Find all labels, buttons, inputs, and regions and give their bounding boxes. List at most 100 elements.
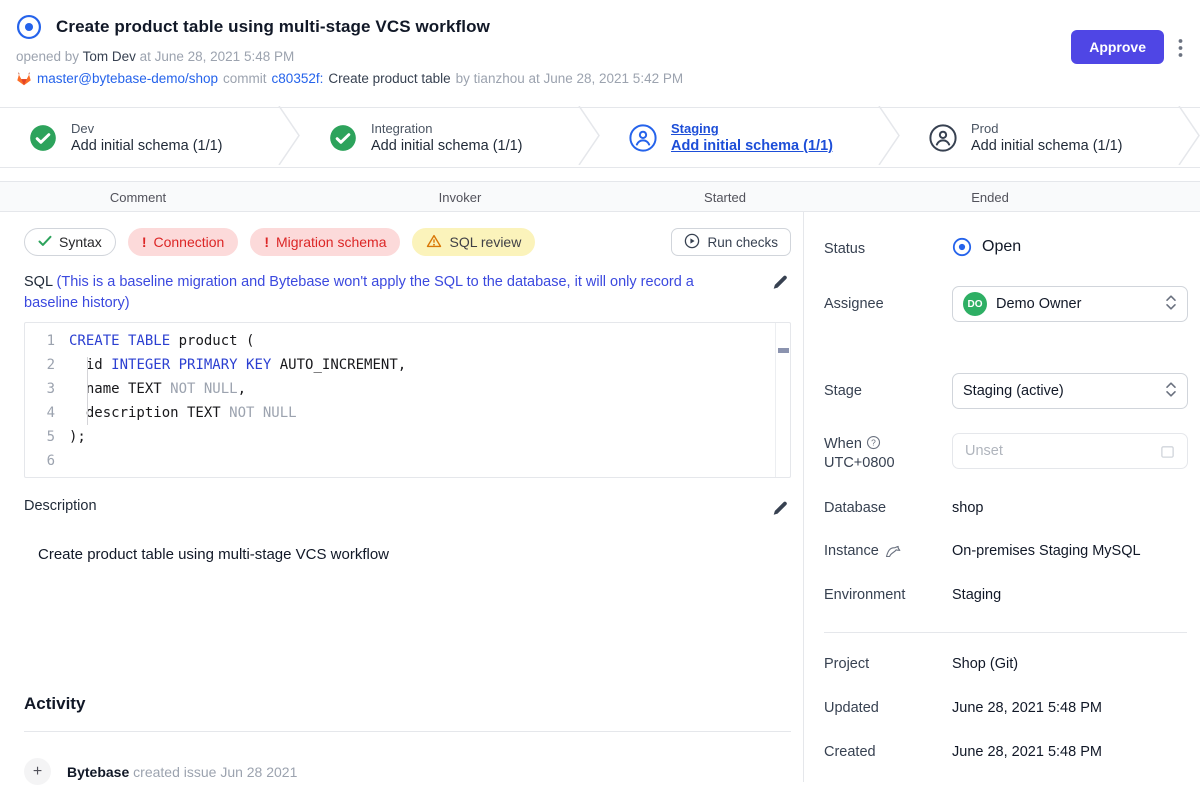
gitlab-icon bbox=[16, 71, 32, 86]
code-text: description TEXT NOT NULL bbox=[69, 401, 297, 425]
pipeline-stage-dev[interactable]: DevAdd initial schema (1/1) bbox=[0, 108, 278, 167]
stage-separator-chevron bbox=[278, 106, 300, 170]
issue-sidebar: Status Open Assignee DO Demo Owner Stage… bbox=[803, 212, 1200, 782]
line-number: 1 bbox=[25, 329, 69, 353]
play-circle-icon bbox=[684, 233, 700, 252]
check-badge-sql-review[interactable]: SQL review bbox=[412, 228, 535, 256]
run-checks-label: Run checks bbox=[707, 235, 778, 250]
opened-timestamp: at June 28, 2021 5:48 PM bbox=[140, 49, 295, 64]
assignee-select[interactable]: DO Demo Owner bbox=[952, 286, 1188, 322]
badge-label: SQL review bbox=[449, 234, 521, 250]
exclamation-icon: ! bbox=[142, 234, 147, 250]
stage-label: Stage bbox=[824, 383, 862, 399]
code-line: 4 description TEXT NOT NULL bbox=[25, 401, 790, 425]
divider bbox=[824, 632, 1187, 633]
code-token: NOT NULL bbox=[170, 381, 237, 397]
description-label: Description bbox=[24, 498, 97, 522]
sql-baseline-note: (This is a baseline migration and Byteba… bbox=[24, 274, 694, 311]
task-column-comment: Comment bbox=[110, 190, 166, 205]
edit-description-button[interactable] bbox=[769, 498, 791, 522]
sql-note-text: SQL (This is a baseline migration and By… bbox=[24, 272, 730, 314]
database-value: shop bbox=[952, 500, 983, 516]
check-badge-connection[interactable]: ! Connection bbox=[128, 228, 239, 256]
description-text: Create product table using multi-stage V… bbox=[24, 546, 791, 563]
code-line: 3 name TEXT NOT NULL, bbox=[25, 377, 790, 401]
assignee-avatar: DO bbox=[963, 292, 987, 316]
instance-value: On-premises Staging MySQL bbox=[952, 543, 1141, 559]
created-label: Created bbox=[824, 744, 876, 760]
badge-label: Syntax bbox=[59, 234, 102, 250]
opened-prefix: opened by bbox=[16, 49, 79, 64]
pencil-icon bbox=[771, 500, 789, 518]
created-value: June 28, 2021 5:48 PM bbox=[952, 744, 1102, 760]
stage-select[interactable]: Staging (active) bbox=[952, 373, 1188, 409]
code-text: CREATE TABLE product ( bbox=[69, 329, 254, 353]
line-number: 5 bbox=[25, 425, 69, 449]
stage-separator-chevron bbox=[878, 106, 900, 170]
stage-done-check-icon bbox=[329, 124, 357, 152]
stage-task-link: Add initial schema (1/1) bbox=[371, 138, 523, 154]
description-section-header: Description bbox=[24, 498, 791, 522]
task-column-invoker: Invoker bbox=[439, 190, 482, 205]
stage-task-link[interactable]: Add initial schema (1/1) bbox=[671, 138, 833, 154]
environment-label: Environment bbox=[824, 587, 905, 603]
when-label: When? bbox=[824, 435, 881, 454]
check-badge-migration-schema[interactable]: !Migration schema bbox=[250, 228, 400, 256]
check-badge-row: Syntax! Connection !Migration schema SQL re… bbox=[24, 228, 791, 256]
pipeline-stage-staging[interactable]: Staging Add initial schema (1/1) bbox=[600, 108, 878, 167]
svg-text:?: ? bbox=[871, 438, 876, 448]
vcs-branch-link[interactable]: master@bytebase-demo/shop bbox=[37, 71, 218, 86]
code-line: 6 bbox=[25, 449, 790, 473]
sql-code-editor[interactable]: 1CREATE TABLE product (2 id INTEGER PRIM… bbox=[24, 322, 791, 478]
edit-sql-button[interactable] bbox=[769, 272, 791, 296]
editor-scrollbar[interactable] bbox=[775, 323, 790, 477]
scrollbar-thumb[interactable] bbox=[778, 348, 789, 353]
activity-heading: Activity bbox=[24, 694, 791, 714]
sql-label: SQL bbox=[24, 274, 52, 290]
opened-user: Tom Dev bbox=[83, 49, 136, 64]
assignee-value: Demo Owner bbox=[996, 296, 1081, 312]
more-actions-kebab-icon[interactable] bbox=[1170, 36, 1190, 60]
mysql-icon bbox=[885, 544, 902, 558]
activity-text: Bytebase created issue Jun 28 2021 bbox=[67, 764, 297, 780]
exclamation-icon: ! bbox=[264, 234, 269, 250]
status-label: Status bbox=[824, 241, 865, 257]
pipeline-stage-prod[interactable]: Prod Add initial schema (1/1) bbox=[900, 108, 1178, 167]
when-datetime-field[interactable] bbox=[952, 433, 1188, 469]
status-text: Open bbox=[982, 238, 1021, 256]
badge-label: Connection bbox=[153, 234, 224, 250]
check-badge-syntax[interactable]: Syntax bbox=[24, 228, 116, 256]
stage-separator-chevron bbox=[578, 106, 600, 170]
stage-value: Staging (active) bbox=[963, 383, 1064, 399]
when-timezone: UTC+0800 bbox=[824, 455, 895, 471]
help-icon[interactable]: ? bbox=[866, 435, 881, 454]
stage-name: Dev bbox=[71, 121, 223, 136]
code-token: description TEXT bbox=[69, 405, 229, 421]
stage-text: Prod Add initial schema (1/1) bbox=[971, 121, 1123, 154]
activity-actor: Bytebase bbox=[67, 764, 129, 780]
code-token: CREATE TABLE bbox=[69, 333, 170, 349]
pipeline-stage-integration[interactable]: IntegrationAdd initial schema (1/1) bbox=[300, 108, 578, 167]
vcs-commit-hash-link[interactable]: c80352f: bbox=[272, 71, 324, 86]
approve-button[interactable]: Approve bbox=[1071, 30, 1164, 64]
task-detail-panel: Syntax! Connection !Migration schema SQL re… bbox=[0, 212, 803, 782]
code-token: ); bbox=[69, 429, 86, 445]
task-column-ended: Ended bbox=[971, 190, 1009, 205]
activity-section: Activity +Bytebase created issue Jun 28 … bbox=[24, 694, 791, 785]
stage-task-link: Add initial schema (1/1) bbox=[971, 138, 1123, 154]
line-number: 6 bbox=[25, 449, 69, 473]
updated-value: June 28, 2021 5:48 PM bbox=[952, 700, 1102, 716]
code-token: name TEXT bbox=[69, 381, 170, 397]
stage-done-check-icon bbox=[29, 124, 57, 152]
stage-name: Prod bbox=[971, 121, 1123, 136]
database-label: Database bbox=[824, 500, 886, 516]
warning-triangle-icon bbox=[426, 234, 442, 251]
code-line: 1CREATE TABLE product ( bbox=[25, 329, 790, 353]
stage-name: Staging bbox=[671, 121, 833, 136]
opened-by-line: opened by Tom Dev at June 28, 2021 5:48 … bbox=[0, 40, 1200, 64]
code-text: id INTEGER PRIMARY KEY AUTO_INCREMENT, bbox=[69, 353, 406, 377]
when-datetime-input[interactable] bbox=[965, 443, 1160, 459]
stage-assignee-person-icon bbox=[629, 124, 657, 152]
run-checks-button[interactable]: Run checks bbox=[671, 228, 791, 256]
code-text: name TEXT NOT NULL, bbox=[69, 377, 246, 401]
